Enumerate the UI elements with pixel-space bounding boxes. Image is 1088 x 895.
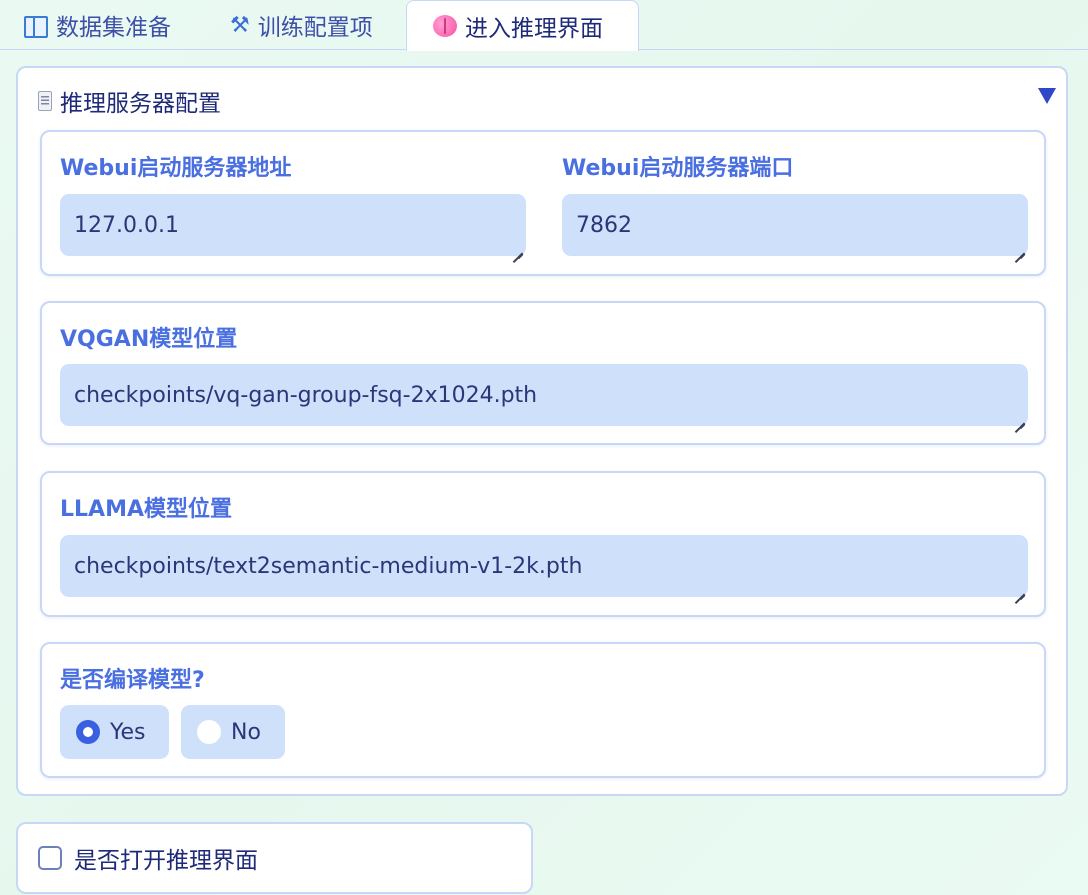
vqgan-path-input[interactable]: checkpoints/vq-gan-group-fsq-2x1024.pth	[60, 364, 1028, 426]
server-port-value: 7862	[576, 212, 632, 238]
llama-path-value: checkpoints/text2semantic-medium-v1-2k.p…	[74, 553, 583, 579]
vqgan-path-value: checkpoints/vq-gan-group-fsq-2x1024.pth	[74, 382, 538, 408]
resize-handle-icon[interactable]	[1015, 584, 1025, 594]
radio-unselected-icon	[197, 720, 221, 744]
tools-icon: ⚒	[230, 12, 250, 38]
llama-path-label: LLAMA模型位置	[60, 497, 232, 522]
document-icon	[38, 91, 52, 111]
tab-dataset-prep[interactable]: 数据集准备	[24, 0, 171, 50]
brain-icon	[433, 15, 457, 37]
vqgan-path-label: VQGAN模型位置	[60, 327, 238, 352]
llama-path-input[interactable]: checkpoints/text2semantic-medium-v1-2k.p…	[60, 535, 1028, 597]
radio-label: No	[231, 719, 261, 745]
open-inference-label: 是否打开推理界面	[74, 848, 258, 874]
radio-selected-icon	[76, 720, 100, 744]
compile-model-label: 是否编译模型?	[60, 668, 205, 693]
server-address-label: Webui启动服务器地址	[60, 156, 292, 181]
open-inference-checkbox[interactable]: 是否打开推理界面	[16, 822, 533, 894]
server-address-value: 127.0.0.1	[74, 212, 179, 238]
resize-handle-icon[interactable]	[513, 243, 523, 253]
server-port-label: Webui启动服务器端口	[562, 156, 794, 181]
book-icon	[24, 16, 48, 38]
tab-label: 数据集准备	[56, 15, 171, 41]
tab-label: 训练配置项	[257, 15, 373, 41]
compile-yes-radio[interactable]: Yes	[60, 705, 169, 759]
compile-model-box: 是否编译模型? Yes No	[40, 642, 1046, 778]
server-address-input[interactable]: 127.0.0.1	[60, 194, 526, 256]
tab-training-config[interactable]: ⚒ 训练配置项	[230, 0, 373, 50]
resize-handle-icon[interactable]	[1015, 413, 1025, 423]
server-settings-box: Webui启动服务器地址 127.0.0.1 Webui启动服务器端口 7862	[40, 130, 1046, 276]
caret-down-icon[interactable]	[1038, 88, 1056, 104]
panel-header[interactable]: 推理服务器配置	[38, 86, 1050, 117]
server-port-input[interactable]: 7862	[562, 194, 1028, 256]
radio-label: Yes	[110, 719, 146, 745]
compile-no-radio[interactable]: No	[181, 705, 285, 759]
checkbox-icon[interactable]	[38, 846, 62, 870]
resize-handle-icon[interactable]	[1015, 243, 1025, 253]
panel-title: 推理服务器配置	[60, 91, 221, 117]
inference-server-config-panel: 推理服务器配置 Webui启动服务器地址 127.0.0.1 Webui启动服务…	[16, 66, 1068, 796]
tab-label: 进入推理界面	[465, 16, 603, 42]
tab-inference[interactable]: 进入推理界面	[406, 0, 639, 51]
llama-path-box: LLAMA模型位置 checkpoints/text2semantic-medi…	[40, 471, 1046, 617]
vqgan-path-box: VQGAN模型位置 checkpoints/vq-gan-group-fsq-2…	[40, 301, 1046, 445]
tab-bar: 数据集准备 ⚒ 训练配置项 进入推理界面	[0, 0, 1088, 51]
